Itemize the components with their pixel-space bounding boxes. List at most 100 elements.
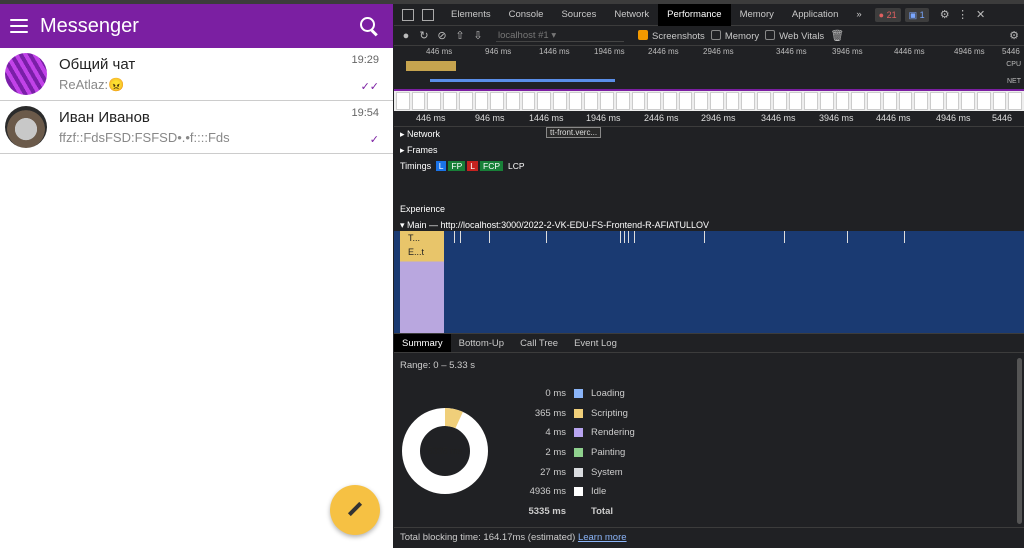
performance-toolbar: ● ↻ ⊘ ⇧ ⇩ localhost #1 ▾ Screenshots Mem…: [394, 26, 1024, 46]
legend-label: Idle: [591, 486, 607, 498]
network-activity-bar: [430, 79, 615, 82]
memory-checkbox[interactable]: Memory: [710, 29, 759, 42]
timeline-overview[interactable]: 446 ms 946 ms 1446 ms 1946 ms 2446 ms 29…: [394, 47, 1024, 90]
ruler-tick: 3946 ms: [819, 113, 854, 123]
legend-label: Painting: [591, 447, 626, 459]
overview-tick: 446 ms: [426, 47, 453, 56]
tab-performance[interactable]: Performance: [658, 3, 731, 26]
legend-value: 4 ms: [545, 427, 566, 439]
legend-row-rendering: 4 ms Rendering: [510, 423, 635, 443]
tab-network[interactable]: Network: [605, 4, 658, 26]
devtools-tabbar: Elements Console Sources Network Perform…: [394, 3, 1024, 26]
donut-total-label: 5335 ms: [428, 446, 463, 456]
tab-event-log[interactable]: Event Log: [566, 334, 625, 352]
ruler-tick: 946 ms: [475, 113, 505, 123]
tab-sources[interactable]: Sources: [552, 4, 605, 26]
clear-icon[interactable]: ⊘: [436, 30, 448, 42]
record-icon[interactable]: ●: [400, 30, 412, 42]
web-vitals-checkbox[interactable]: Web Vitals: [765, 29, 824, 42]
timing-marker[interactable]: L: [435, 161, 447, 171]
legend-value: 2 ms: [545, 447, 566, 459]
recording-select[interactable]: localhost #1 ▾: [496, 30, 624, 42]
avatar: [5, 53, 47, 95]
app-header: Messenger: [0, 4, 393, 48]
avatar: [5, 106, 47, 148]
hamburger-menu-icon[interactable]: [10, 19, 28, 33]
summary-scrollbar[interactable]: [1017, 358, 1022, 524]
legend-value: 0 ms: [545, 388, 566, 400]
messages-badge[interactable]: ▣ 1: [904, 7, 929, 22]
total-blocking-time: Total blocking time: 164.17ms (estimated…: [400, 532, 576, 543]
main-thread-flamechart[interactable]: T... E...t: [394, 231, 1024, 333]
overview-tick: 2446 ms: [648, 47, 679, 56]
cpu-activity-bar: [406, 61, 456, 71]
track-frames[interactable]: ▸ Frames: [400, 145, 438, 156]
capture-settings-icon[interactable]: ⚙: [1008, 30, 1020, 42]
chat-time: 19:29: [351, 54, 379, 66]
tab-call-tree[interactable]: Call Tree: [512, 334, 566, 352]
screenshots-checkbox[interactable]: Screenshots: [638, 29, 705, 42]
status-footer: Total blocking time: 164.17ms (estimated…: [394, 527, 1024, 548]
more-tabs-button[interactable]: »: [847, 4, 870, 26]
tracks-area[interactable]: ▸ Network tt-front.verc... ▸ Frames Timi…: [394, 127, 1024, 333]
legend-label: Rendering: [591, 427, 635, 439]
legend-value: 27 ms: [540, 466, 566, 478]
kebab-menu-icon[interactable]: ⋮: [957, 9, 969, 21]
tab-application[interactable]: Application: [783, 4, 847, 26]
reload-icon[interactable]: ↻: [418, 30, 430, 42]
tab-memory[interactable]: Memory: [731, 4, 783, 26]
tab-elements[interactable]: Elements: [442, 4, 500, 26]
legend-label: Total: [591, 505, 613, 517]
timing-marker[interactable]: FCP: [480, 161, 504, 171]
app-title: Messenger: [40, 14, 139, 37]
overview-tick: 3446 ms: [776, 47, 807, 56]
chat-list-item[interactable]: Общий чат ReAtlaz:😠 19:29 ✓✓: [0, 48, 393, 101]
track-timings[interactable]: Timings L FP L FCP LCP: [400, 161, 528, 171]
ruler-tick: 3446 ms: [761, 113, 796, 123]
screenshots-filmstrip[interactable]: [394, 89, 1024, 111]
learn-more-link[interactable]: Learn more: [578, 532, 627, 543]
timing-marker[interactable]: LCP: [505, 161, 528, 171]
inspect-element-icon[interactable]: [402, 8, 414, 21]
timing-marker[interactable]: FP: [448, 161, 466, 171]
errors-badge[interactable]: ● 21: [874, 7, 901, 22]
range-text: Range: 0 – 5.33 s: [400, 360, 475, 371]
summary-legend: 0 ms Loading 365 ms Scripting 4 ms Renderin…: [510, 384, 635, 521]
search-icon[interactable]: [357, 14, 381, 38]
device-toolbar-icon[interactable]: [422, 8, 434, 21]
close-icon[interactable]: ✕: [975, 9, 987, 21]
legend-row-idle: 4936 ms Idle: [510, 482, 635, 502]
errors-count: 21: [886, 9, 897, 20]
gear-icon[interactable]: ⚙: [939, 9, 951, 21]
legend-label: System: [591, 466, 623, 478]
legend-row-painting: 2 ms Painting: [510, 443, 635, 463]
messenger-app: Messenger Общий чат ReAtlaz:😠 19:29 ✓✓ И…: [0, 4, 393, 548]
tab-bottom-up[interactable]: Bottom-Up: [451, 334, 512, 352]
recording-select-value: localhost #1: [498, 29, 549, 41]
timing-marker[interactable]: L: [467, 161, 479, 171]
chat-list-item[interactable]: Иван Иванов ffzf::FdsFSD:FSFSD•.•f::::Fd…: [0, 101, 393, 154]
track-main[interactable]: ▾ Main — http://localhost:3000/2022-2-VK…: [400, 220, 709, 231]
ruler-tick: 5446: [992, 113, 1013, 123]
tab-console[interactable]: Console: [500, 4, 553, 26]
summary-panel: Range: 0 – 5.33 s 5335 ms 0 ms Loading 36…: [394, 354, 1024, 526]
tab-summary[interactable]: Summary: [394, 334, 451, 352]
track-experience[interactable]: Experience: [400, 204, 445, 214]
chat-name: Общий чат: [59, 55, 136, 73]
trash-icon[interactable]: 🗑: [830, 30, 844, 42]
upload-icon[interactable]: ⇧: [454, 30, 466, 42]
flame-label: T...: [408, 233, 421, 243]
chat-last-message: ReAtlaz:😠: [59, 76, 125, 92]
cpu-label: CPU: [1006, 61, 1021, 68]
overview-tick: 1446 ms: [539, 47, 570, 56]
track-network[interactable]: ▸ Network: [400, 129, 440, 140]
ruler-tick: 4946 ms: [936, 113, 971, 123]
ruler-tick: 1446 ms: [529, 113, 564, 123]
compose-button[interactable]: [330, 485, 380, 535]
download-icon[interactable]: ⇩: [472, 30, 484, 42]
legend-row-loading: 0 ms Loading: [510, 384, 635, 404]
overview-tick: 3946 ms: [832, 47, 863, 56]
legend-value: 365 ms: [534, 407, 566, 419]
network-request-tooltip: tt-front.verc...: [546, 127, 602, 138]
flame-label: E...t: [408, 247, 425, 257]
